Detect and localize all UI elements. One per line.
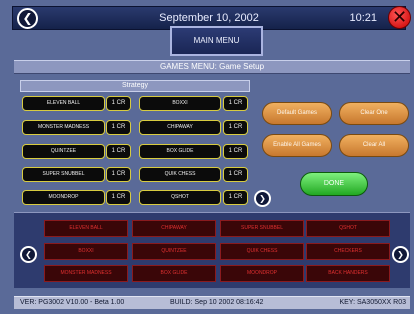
chevron-right-icon: ❯ — [397, 250, 404, 259]
tray-next-button[interactable]: ❯ — [392, 246, 409, 263]
time-display: 10:21 — [349, 12, 377, 24]
category-header: Strategy — [20, 80, 250, 92]
tray-prev-button[interactable]: ❮ — [20, 246, 37, 263]
credit-button[interactable]: 1 CR — [223, 167, 248, 182]
selected-game-slot[interactable]: QSHOT — [306, 220, 390, 237]
selected-game-slot[interactable]: BACK HANDERS — [306, 265, 390, 282]
game-button[interactable]: QSHOT — [139, 190, 221, 205]
selected-game-slot[interactable]: QUIK CHESS — [220, 243, 304, 260]
game-button[interactable]: ELEVEN BALL — [22, 96, 105, 111]
next-page-button[interactable]: ❯ — [254, 190, 271, 207]
back-button[interactable]: ❮ — [17, 8, 38, 29]
close-button[interactable]: ✕ — [388, 6, 411, 29]
build-text: BUILD: Sep 10 2002 08:16:42 — [170, 299, 264, 306]
enable-all-games-button[interactable]: Enable All Games — [262, 134, 332, 157]
selected-game-slot[interactable]: ELEVEN BALL — [44, 220, 128, 237]
credit-button[interactable]: 1 CR — [223, 96, 248, 111]
clear-all-button[interactable]: Clear All — [339, 134, 409, 157]
selected-game-slot[interactable]: CHIPAWAY — [132, 220, 216, 237]
selected-game-slot[interactable]: QUINTZEE — [132, 243, 216, 260]
selected-game-slot[interactable]: MOONDROP — [220, 265, 304, 282]
credit-button[interactable]: 1 CR — [223, 120, 248, 135]
date-display: September 10, 2002 — [159, 12, 259, 24]
credit-button[interactable]: 1 CR — [223, 190, 248, 205]
clear-one-button[interactable]: Clear One — [339, 102, 409, 125]
game-button[interactable]: MONSTER MADNESS — [22, 120, 105, 135]
selected-game-slot[interactable]: SUPER SNUBBEL — [220, 220, 304, 237]
credit-button[interactable]: 1 CR — [106, 190, 131, 205]
credit-button[interactable]: 1 CR — [106, 144, 131, 159]
key-text: KEY: SA3050XX R03 — [339, 299, 406, 306]
main-menu-button[interactable]: MAIN MENU — [170, 26, 263, 56]
close-icon: ✕ — [391, 7, 408, 27]
credit-button[interactable]: 1 CR — [106, 120, 131, 135]
chevron-right-icon: ❯ — [259, 194, 266, 203]
done-button[interactable]: DONE — [300, 172, 368, 196]
game-button[interactable]: BOX GLIDE — [139, 144, 221, 159]
game-button[interactable]: QUINTZEE — [22, 144, 105, 159]
game-button[interactable]: SUPER SNUBBEL — [22, 167, 105, 182]
credit-button[interactable]: 1 CR — [106, 167, 131, 182]
game-button[interactable]: QUIK CHESS — [139, 167, 221, 182]
version-text: VER: PG3002 V10.00 - Beta 1.00 — [20, 299, 125, 306]
selected-game-slot[interactable]: BOXXI — [44, 243, 128, 260]
selected-game-slot[interactable]: BOX GLIDE — [132, 265, 216, 282]
selected-game-slot[interactable]: CHECKERS — [306, 243, 390, 260]
credit-button[interactable]: 1 CR — [106, 96, 131, 111]
game-button[interactable]: BOXXI — [139, 96, 221, 111]
game-button[interactable]: MOONDROP — [22, 190, 105, 205]
game-setup-screen: September 10, 2002 10:21 ❮ ✕ MAIN MENU G… — [0, 0, 414, 314]
selected-game-slot[interactable]: MONSTER MADNESS — [44, 265, 128, 282]
section-title: GAMES MENU: Game Setup — [14, 60, 410, 74]
game-button[interactable]: CHIPAWAY — [139, 120, 221, 135]
chevron-left-icon: ❮ — [22, 11, 33, 25]
status-bar: VER: PG3002 V10.00 - Beta 1.00 BUILD: Se… — [14, 296, 410, 309]
default-games-button[interactable]: Default Games — [262, 102, 332, 125]
chevron-left-icon: ❮ — [25, 250, 32, 259]
credit-button[interactable]: 1 CR — [223, 144, 248, 159]
